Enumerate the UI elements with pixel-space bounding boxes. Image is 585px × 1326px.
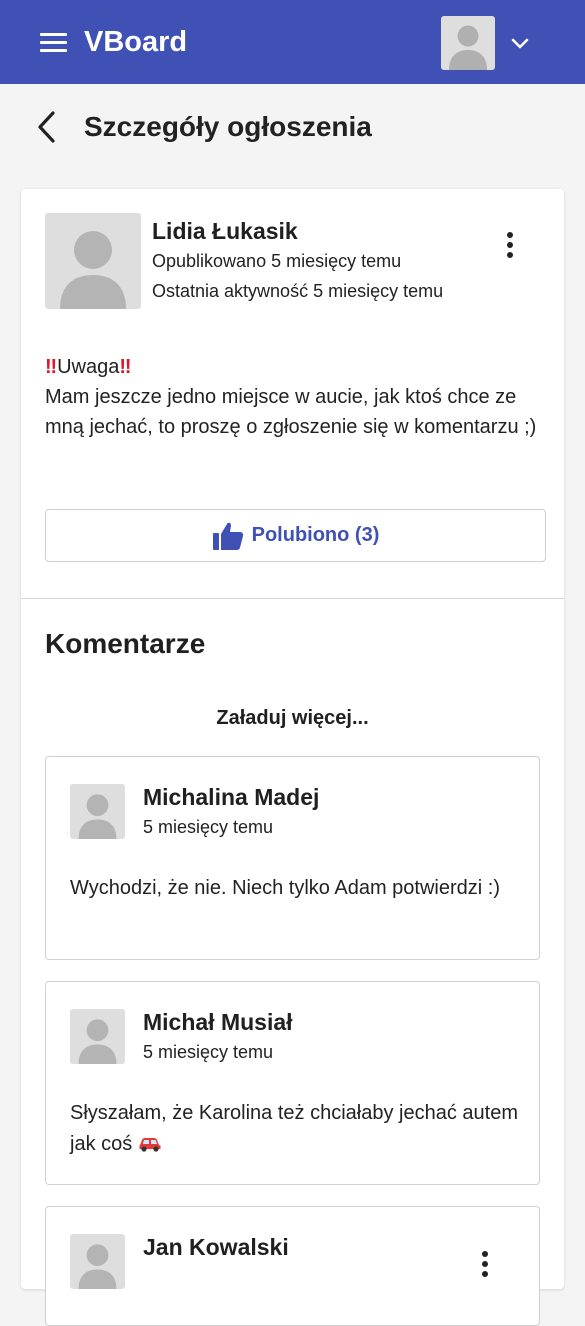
comment-author-avatar[interactable]: [70, 1234, 125, 1289]
comments-title: Komentarze: [45, 628, 206, 659]
user-avatar-icon: [441, 16, 495, 70]
post-body-text: Mam jeszcze jedno miejsce w aucie, jak k…: [45, 386, 537, 438]
post-last-activity: Ostatnia aktywność 5 miesięcy temu: [152, 281, 444, 301]
like-label: Polubiono (3): [251, 524, 380, 546]
section-divider: [21, 598, 564, 599]
page-title: Szczegóły ogłoszenia: [84, 111, 372, 142]
author-avatar[interactable]: [45, 213, 141, 309]
hamburger-menu-icon[interactable]: [38, 29, 70, 55]
comment-author-name[interactable]: Michał Musiał: [143, 1007, 293, 1037]
comment-time: 5 miesięcy temu: [143, 1042, 274, 1062]
post-body-heading-line: ‼Uwaga‼: [45, 352, 545, 382]
double-exclamation-icon: ‼: [119, 356, 132, 378]
comment-time: 5 miesięcy temu: [143, 817, 274, 837]
load-more-comments-button[interactable]: Załaduj więcej...: [45, 704, 540, 732]
post-body: ‼Uwaga‼ Mam jeszcze jedno miejsce w auci…: [45, 352, 545, 442]
like-button[interactable]: Polubiono (3): [45, 509, 546, 562]
post-more-options-icon[interactable]: [498, 228, 522, 264]
red-car-icon: [139, 1138, 161, 1152]
thumbs-up-icon: [212, 522, 243, 550]
comment-author-name[interactable]: Michalina Madej: [143, 782, 319, 812]
comment-author-name[interactable]: Jan Kowalski: [143, 1232, 289, 1262]
comment-more-options-icon[interactable]: [473, 1247, 497, 1283]
comment-author-avatar[interactable]: [70, 784, 125, 839]
app-bar: VBoard: [0, 0, 585, 84]
post-published: Opublikowano 5 miesięcy temu: [152, 251, 402, 271]
back-button[interactable]: [30, 106, 64, 148]
comment-card: Jan Kowalski: [45, 1206, 540, 1326]
post-author-name[interactable]: Lidia Łukasik: [152, 216, 298, 246]
double-exclamation-icon: ‼: [45, 356, 58, 378]
comment-card: Michał Musiał 5 miesięcy temu Słyszałam,…: [45, 981, 540, 1185]
post-body-heading: Uwaga: [57, 356, 120, 378]
comment-author-avatar[interactable]: [70, 1009, 125, 1064]
comment-text: Wychodzi, że nie. Niech tylko Adam potwi…: [70, 877, 500, 899]
comment-text: Słyszałam, że Karolina też chciałaby jec…: [70, 1098, 520, 1160]
account-menu-button[interactable]: [441, 16, 541, 70]
comment-card: Michalina Madej 5 miesięcy temu Wychodzi…: [45, 756, 540, 960]
chevron-left-icon: [38, 111, 55, 143]
chevron-down-icon: [511, 38, 529, 49]
app-title: VBoard: [84, 26, 188, 58]
